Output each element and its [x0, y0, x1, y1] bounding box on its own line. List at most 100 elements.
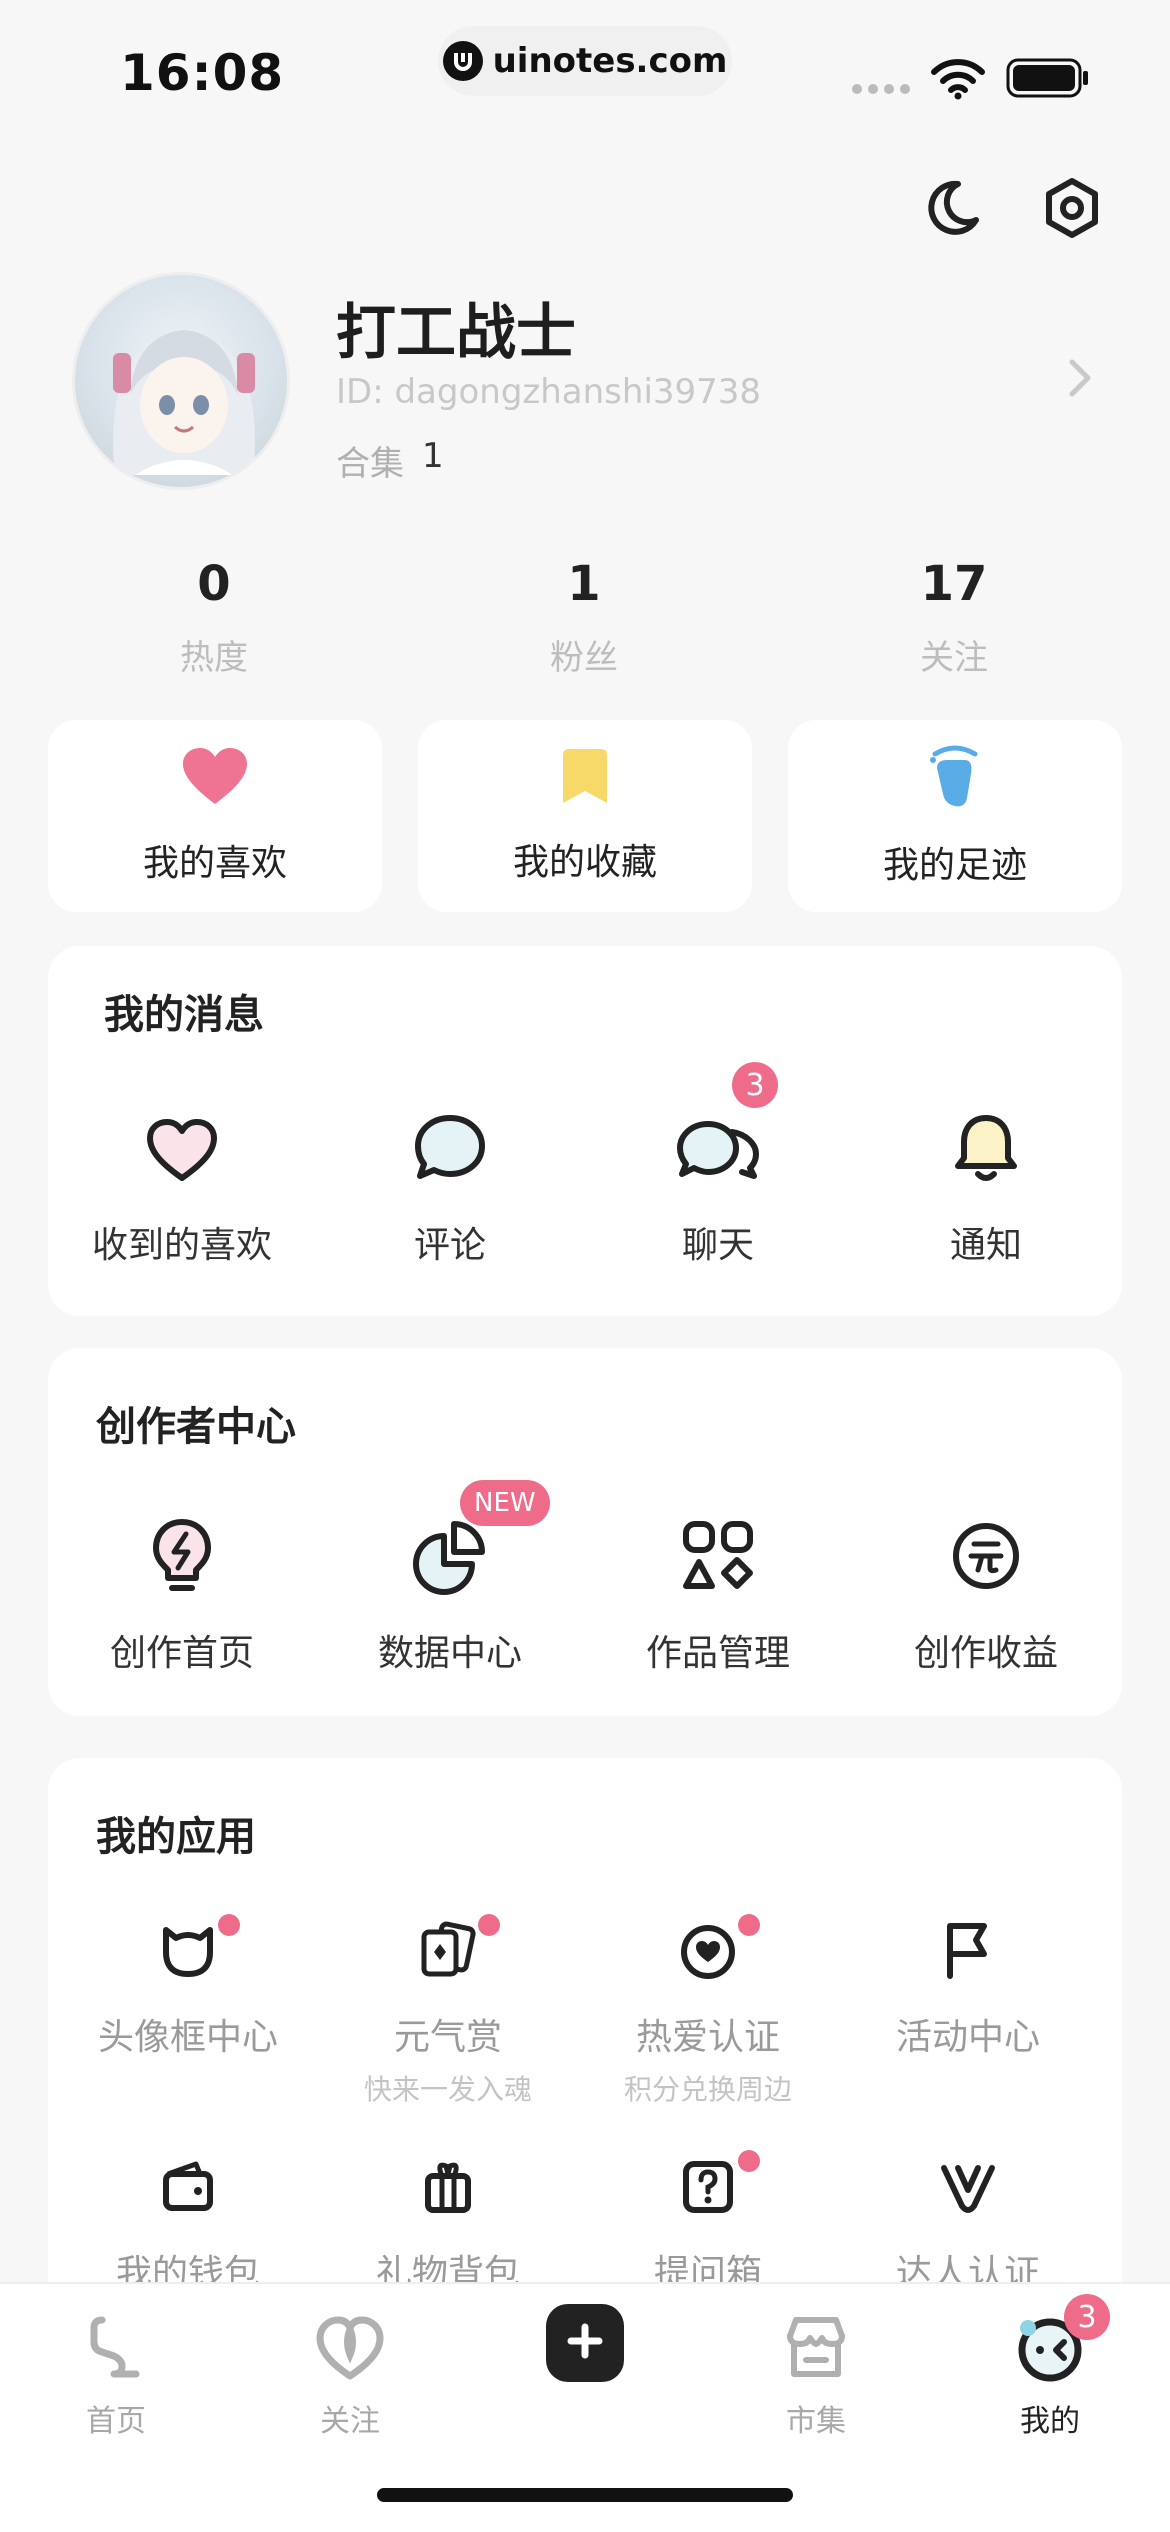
- notifications-item[interactable]: 通知: [852, 1106, 1120, 1268]
- footprint-icon: [927, 744, 983, 814]
- yuan-coin-icon: [944, 1514, 1028, 1598]
- my-favorites-card[interactable]: 我的收藏: [418, 720, 752, 912]
- item-subtitle: 快来一发入魂: [363, 2073, 532, 2106]
- tab-label: 关注: [320, 2404, 380, 2439]
- notification-dot: [478, 1914, 500, 1936]
- profile-user-id: ID: dagongzhanshi39738: [336, 372, 762, 412]
- tab-label: 我的: [1020, 2404, 1080, 2439]
- works-management-item[interactable]: 作品管理: [584, 1514, 852, 1676]
- stat-label: 关注: [920, 638, 988, 678]
- section-title: 创作者中心: [96, 1404, 296, 1450]
- chat-badge: 3: [732, 1062, 778, 1108]
- item-label: 聊天: [681, 1225, 754, 1266]
- cellular-signal-icon: [852, 84, 910, 94]
- home-indicator: [377, 2488, 793, 2502]
- my-apps-section: 我的应用 头像框中心 元气赏 快来一发入魂 热爱认证 积分兑换周边 活动中心 我…: [48, 1758, 1122, 2318]
- my-footprints-card[interactable]: 我的足迹: [788, 720, 1122, 912]
- tab-market[interactable]: 市集: [736, 2312, 896, 2440]
- messages-section: 我的消息 收到的喜欢 评论 3 聊天 通知: [48, 946, 1122, 1316]
- avatar-frame-center-item[interactable]: 头像框中心: [58, 1914, 318, 2060]
- card-label: 我的足迹: [882, 845, 1027, 886]
- gift-icon: [416, 2154, 480, 2218]
- tab-home[interactable]: 首页: [36, 2312, 196, 2440]
- creator-center-section: 创作者中心 创作首页 NEW 数据中心 作品管理 创作收益: [48, 1348, 1122, 1716]
- chevron-right-icon[interactable]: [1062, 356, 1098, 400]
- lightbulb-icon: [140, 1514, 224, 1598]
- comment-icon: [408, 1106, 492, 1190]
- cards-icon: [416, 1914, 500, 1982]
- stat-label: 热度: [180, 638, 248, 678]
- item-label: 热爱认证: [635, 2017, 780, 2058]
- profile-face-icon: 3: [1014, 2294, 1110, 2384]
- item-label: 元气赏: [393, 2017, 502, 2058]
- expert-certification-item[interactable]: 达人认证: [838, 2154, 1098, 2296]
- collection-count: 1: [422, 436, 444, 476]
- heart-outline-icon: [140, 1106, 224, 1190]
- tab-mine[interactable]: 3 我的: [970, 2294, 1130, 2440]
- url-pill[interactable]: uinotes.com: [438, 26, 732, 96]
- battery-icon: [1006, 58, 1090, 102]
- section-title: 我的消息: [104, 992, 264, 1038]
- item-label: 作品管理: [645, 1633, 790, 1674]
- tab-follow[interactable]: 关注: [270, 2312, 430, 2440]
- add-post-button[interactable]: [546, 2304, 624, 2382]
- stat-following[interactable]: 17 关注: [854, 556, 1054, 679]
- dark-mode-moon-icon[interactable]: [920, 176, 984, 240]
- heart-icon: [181, 746, 249, 812]
- genki-reward-item[interactable]: 元气赏 快来一发入魂: [318, 1914, 578, 2108]
- card-label: 我的收藏: [512, 842, 657, 883]
- data-center-item[interactable]: NEW 数据中心: [316, 1480, 584, 1676]
- status-time: 16:08: [120, 44, 285, 102]
- question-box-item[interactable]: 提问箱: [578, 2150, 838, 2296]
- item-label: 通知: [949, 1225, 1022, 1266]
- item-label: 创作收益: [913, 1633, 1058, 1674]
- comments-item[interactable]: 评论: [316, 1106, 584, 1268]
- cat-frame-icon: [156, 1914, 240, 1982]
- tab-label: 首页: [86, 2404, 146, 2439]
- card-label: 我的喜欢: [142, 843, 287, 884]
- my-likes-card[interactable]: 我的喜欢: [48, 720, 382, 912]
- notification-dot: [738, 2150, 760, 2172]
- settings-gear-icon[interactable]: [1040, 176, 1104, 240]
- avatar[interactable]: [72, 272, 290, 490]
- new-badge: NEW: [460, 1480, 550, 1526]
- flag-icon: [936, 1918, 1000, 1982]
- love-certification-item[interactable]: 热爱认证 积分兑换周边: [578, 1914, 838, 2108]
- stat-label: 粉丝: [550, 638, 618, 678]
- item-label: 创作首页: [109, 1633, 254, 1674]
- plus-icon: [565, 2321, 605, 2365]
- stat-value: 0: [197, 556, 231, 612]
- chat-item[interactable]: 3 聊天: [584, 1062, 852, 1268]
- creator-home-item[interactable]: 创作首页: [48, 1514, 316, 1676]
- tab-label: 市集: [786, 2404, 846, 2439]
- my-wallet-item[interactable]: 我的钱包: [58, 2154, 318, 2296]
- notification-dot: [218, 1914, 240, 1936]
- stat-value: 17: [920, 556, 988, 612]
- wifi-icon: [930, 56, 986, 104]
- section-title: 我的应用: [96, 1814, 256, 1860]
- stat-fans[interactable]: 1 粉丝: [484, 556, 684, 679]
- store-icon: [780, 2312, 852, 2384]
- received-likes-item[interactable]: 收到的喜欢: [48, 1106, 316, 1268]
- url-text: uinotes.com: [492, 41, 728, 81]
- item-label: 活动中心: [895, 2017, 1040, 2058]
- stat-value: 1: [567, 556, 601, 612]
- activity-center-item[interactable]: 活动中心: [838, 1918, 1098, 2060]
- item-label: 评论: [413, 1225, 486, 1266]
- gift-bag-item[interactable]: 礼物背包: [318, 2154, 578, 2296]
- home-icon: [80, 2312, 152, 2384]
- profile-nickname: 打工战士: [336, 298, 576, 368]
- v-badge-icon: [936, 2154, 1000, 2218]
- item-subtitle: 积分兑换周边: [623, 2073, 792, 2106]
- item-label: 数据中心: [377, 1633, 522, 1674]
- follow-heart-icon: [314, 2312, 386, 2384]
- item-label: 收到的喜欢: [91, 1225, 272, 1266]
- heart-badge-icon: [676, 1914, 760, 1982]
- creator-earnings-item[interactable]: 创作收益: [852, 1514, 1120, 1676]
- chat-icon: 3: [676, 1062, 778, 1190]
- item-label: 头像框中心: [97, 2017, 278, 2058]
- notification-dot: [738, 1914, 760, 1936]
- wallet-icon: [156, 2154, 220, 2218]
- stat-popularity[interactable]: 0 热度: [114, 556, 314, 679]
- shapes-icon: [676, 1514, 760, 1598]
